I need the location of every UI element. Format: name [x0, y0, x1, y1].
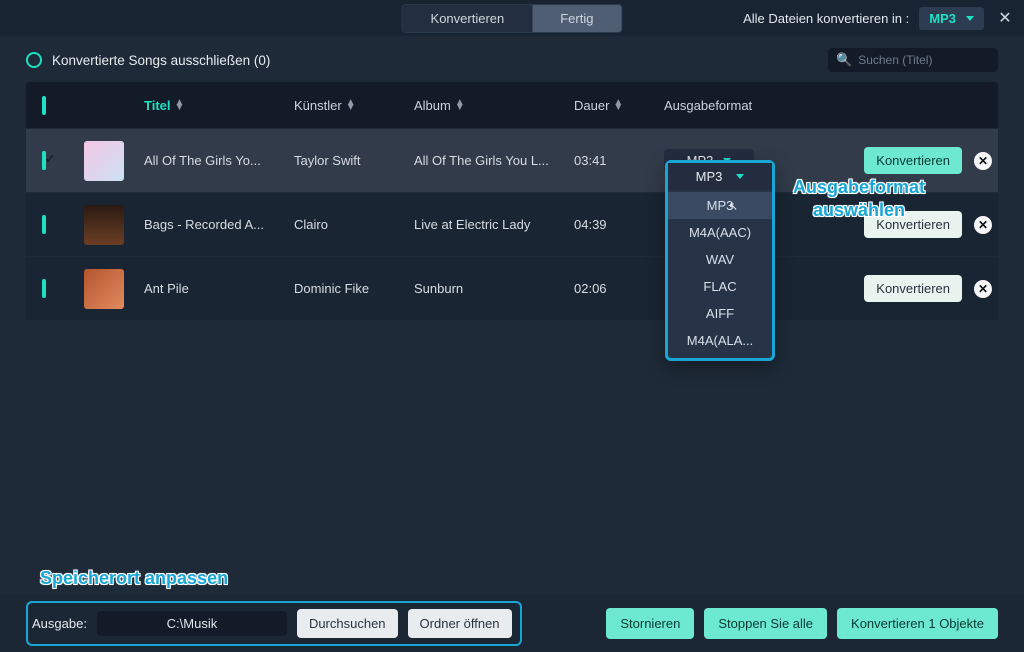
format-option[interactable]: AIFF [668, 300, 772, 327]
sort-icon: ▲▼ [455, 100, 465, 110]
convert-all-label: Alle Dateien konvertieren in : [743, 11, 909, 26]
search-input[interactable] [858, 53, 990, 67]
row-remove-icon[interactable]: ✕ [974, 216, 992, 234]
col-duration[interactable]: Dauer▲▼ [574, 98, 664, 113]
search-icon: 🔍 [836, 52, 852, 68]
cell-title: Bags - Recorded A... [144, 217, 294, 232]
cell-album: Sunburn [414, 281, 574, 296]
close-icon[interactable]: ✕ [994, 7, 1016, 29]
album-art [84, 269, 124, 309]
row-remove-icon[interactable]: ✕ [974, 152, 992, 170]
cell-artist: Clairo [294, 217, 414, 232]
cell-artist: Taylor Swift [294, 153, 414, 168]
col-artist[interactable]: Künstler▲▼ [294, 98, 414, 113]
col-album[interactable]: Album▲▼ [414, 98, 574, 113]
output-group: Ausgabe: C:\Musik Durchsuchen Ordner öff… [26, 601, 522, 646]
chevron-down-icon [966, 16, 974, 21]
col-title[interactable]: Titel▲▼ [144, 98, 294, 113]
select-all-checkbox[interactable] [42, 96, 46, 115]
sort-icon: ▲▼ [175, 100, 185, 110]
format-option[interactable]: FLAC [668, 273, 772, 300]
output-path-input[interactable]: C:\Musik [97, 611, 287, 636]
format-option[interactable]: WAV [668, 246, 772, 273]
top-bar: Konvertieren Fertig Alle Dateien konvert… [0, 0, 1024, 36]
album-art [84, 141, 124, 181]
table-row[interactable]: Bags - Recorded A... Clairo Live at Elec… [26, 192, 998, 256]
cell-duration: 04:39 [574, 217, 664, 232]
format-dropdown-open: MP3 MP3↖ M4A(AAC) WAV FLAC AIFF M4A(ALA.… [665, 160, 775, 361]
sub-bar: Konvertierte Songs ausschließen (0) 🔍 [0, 36, 1024, 82]
row-checkbox[interactable] [42, 151, 46, 170]
col-output: Ausgabeformat [664, 98, 864, 113]
format-dropdown-head[interactable]: MP3 [668, 163, 772, 190]
cell-title: All Of The Girls Yo... [144, 153, 294, 168]
format-option[interactable]: M4A(AAC) [668, 219, 772, 246]
row-convert-button[interactable]: Konvertieren [864, 211, 962, 238]
row-checkbox[interactable] [42, 215, 46, 234]
row-remove-icon[interactable]: ✕ [974, 280, 992, 298]
output-label: Ausgabe: [28, 616, 87, 631]
browse-button[interactable]: Durchsuchen [297, 609, 398, 638]
sort-icon: ▲▼ [346, 100, 356, 110]
bottom-bar: Ausgabe: C:\Musik Durchsuchen Ordner öff… [0, 594, 1024, 652]
table-row[interactable]: All Of The Girls Yo... Taylor Swift All … [26, 128, 998, 192]
table-row[interactable]: Ant Pile Dominic Fike Sunburn 02:06 Konv… [26, 256, 998, 320]
cell-album: Live at Electric Lady [414, 217, 574, 232]
cursor-icon: ↖ [729, 200, 738, 213]
table-header: Titel▲▼ Künstler▲▼ Album▲▼ Dauer▲▼ Ausga… [26, 82, 998, 128]
exclude-label: Konvertierte Songs ausschließen (0) [52, 53, 270, 68]
row-convert-button[interactable]: Konvertieren [864, 147, 962, 174]
exclude-toggle[interactable] [26, 52, 42, 68]
chevron-down-icon [736, 174, 744, 179]
cell-album: All Of The Girls You L... [414, 153, 574, 168]
tab-done[interactable]: Fertig [532, 5, 621, 32]
callout-path: Speicherort anpassen [40, 568, 228, 589]
album-art [84, 205, 124, 245]
cell-duration: 02:06 [574, 281, 664, 296]
stop-all-button[interactable]: Stoppen Sie alle [704, 608, 827, 639]
cell-title: Ant Pile [144, 281, 294, 296]
cancel-button[interactable]: Stornieren [606, 608, 694, 639]
row-convert-button[interactable]: Konvertieren [864, 275, 962, 302]
global-format-select[interactable]: MP3 [919, 7, 984, 30]
format-option[interactable]: M4A(ALA... [668, 327, 772, 354]
global-format-value: MP3 [929, 11, 956, 26]
sort-icon: ▲▼ [613, 100, 623, 110]
open-folder-button[interactable]: Ordner öffnen [408, 609, 512, 638]
cell-artist: Dominic Fike [294, 281, 414, 296]
row-checkbox[interactable] [42, 279, 46, 298]
search-box[interactable]: 🔍 [828, 48, 998, 72]
format-option[interactable]: MP3↖ [668, 192, 772, 219]
song-table: Titel▲▼ Künstler▲▼ Album▲▼ Dauer▲▼ Ausga… [26, 82, 998, 320]
cell-duration: 03:41 [574, 153, 664, 168]
convert-n-button[interactable]: Konvertieren 1 Objekte [837, 608, 998, 639]
tab-convert[interactable]: Konvertieren [403, 5, 533, 32]
tab-group: Konvertieren Fertig [402, 4, 623, 33]
